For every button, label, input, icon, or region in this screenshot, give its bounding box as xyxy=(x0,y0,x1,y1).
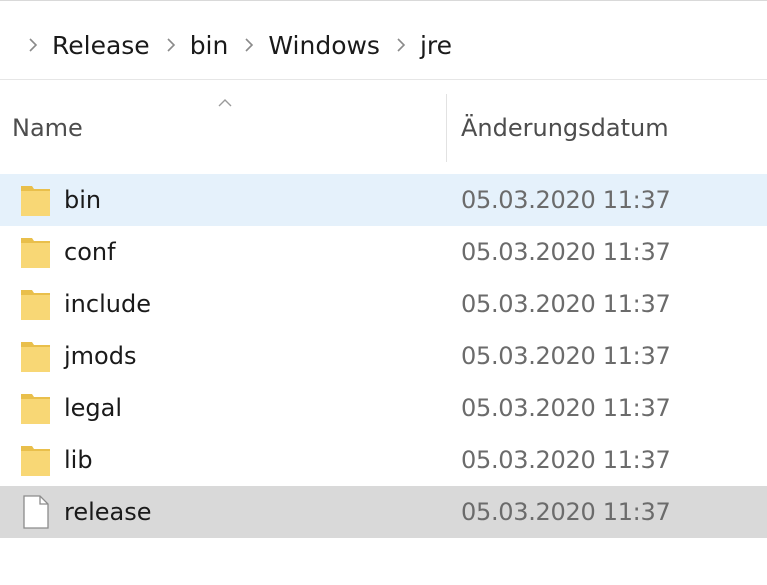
chevron-up-icon xyxy=(216,94,234,107)
file-icon xyxy=(20,495,52,529)
folder-icon xyxy=(20,443,52,477)
folder-icon xyxy=(20,287,52,321)
folder-icon xyxy=(20,339,52,373)
file-modified-date: 05.03.2020 11:37 xyxy=(461,186,671,214)
file-name: include xyxy=(64,290,151,318)
file-name: legal xyxy=(64,394,123,422)
file-modified-date: 05.03.2020 11:37 xyxy=(461,498,671,526)
file-modified-date: 05.03.2020 11:37 xyxy=(461,342,671,370)
breadcrumb-item-jre[interactable]: jre xyxy=(420,31,452,60)
file-name: bin xyxy=(64,186,102,214)
file-name: conf xyxy=(64,238,116,266)
file-row-lib[interactable]: lib 05.03.2020 11:37 xyxy=(0,434,767,486)
column-header: Name Änderungsdatum xyxy=(0,92,767,164)
breadcrumb-item-release[interactable]: Release xyxy=(52,31,150,60)
file-list: bin 05.03.2020 11:37 conf 05.03.2020 11:… xyxy=(0,174,767,538)
chevron-right-icon[interactable] xyxy=(394,25,408,65)
column-header-name[interactable]: Name xyxy=(0,92,446,164)
file-row-release[interactable]: release 05.03.2020 11:37 xyxy=(0,486,767,538)
file-row-legal[interactable]: legal 05.03.2020 11:37 xyxy=(0,382,767,434)
file-name: lib xyxy=(64,446,93,474)
file-name: release xyxy=(64,498,152,526)
chevron-right-icon[interactable] xyxy=(26,25,40,65)
file-row-conf[interactable]: conf 05.03.2020 11:37 xyxy=(0,226,767,278)
column-date-label: Änderungsdatum xyxy=(461,114,669,142)
file-modified-date: 05.03.2020 11:37 xyxy=(461,446,671,474)
folder-icon xyxy=(20,183,52,217)
file-row-bin[interactable]: bin 05.03.2020 11:37 xyxy=(0,174,767,226)
file-row-include[interactable]: include 05.03.2020 11:37 xyxy=(0,278,767,330)
folder-icon xyxy=(20,235,52,269)
column-header-date[interactable]: Änderungsdatum xyxy=(447,92,767,164)
chevron-right-icon[interactable] xyxy=(242,25,256,65)
address-bar[interactable]: Release bin Windows jre xyxy=(0,0,767,80)
column-name-label: Name xyxy=(12,114,83,142)
file-modified-date: 05.03.2020 11:37 xyxy=(461,290,671,318)
file-modified-date: 05.03.2020 11:37 xyxy=(461,394,671,422)
breadcrumb: Release bin Windows jre xyxy=(26,25,466,65)
breadcrumb-item-windows[interactable]: Windows xyxy=(268,31,380,60)
breadcrumb-item-bin[interactable]: bin xyxy=(190,31,229,60)
file-name: jmods xyxy=(64,342,137,370)
file-row-jmods[interactable]: jmods 05.03.2020 11:37 xyxy=(0,330,767,382)
chevron-right-icon[interactable] xyxy=(164,25,178,65)
file-modified-date: 05.03.2020 11:37 xyxy=(461,238,671,266)
folder-icon xyxy=(20,391,52,425)
